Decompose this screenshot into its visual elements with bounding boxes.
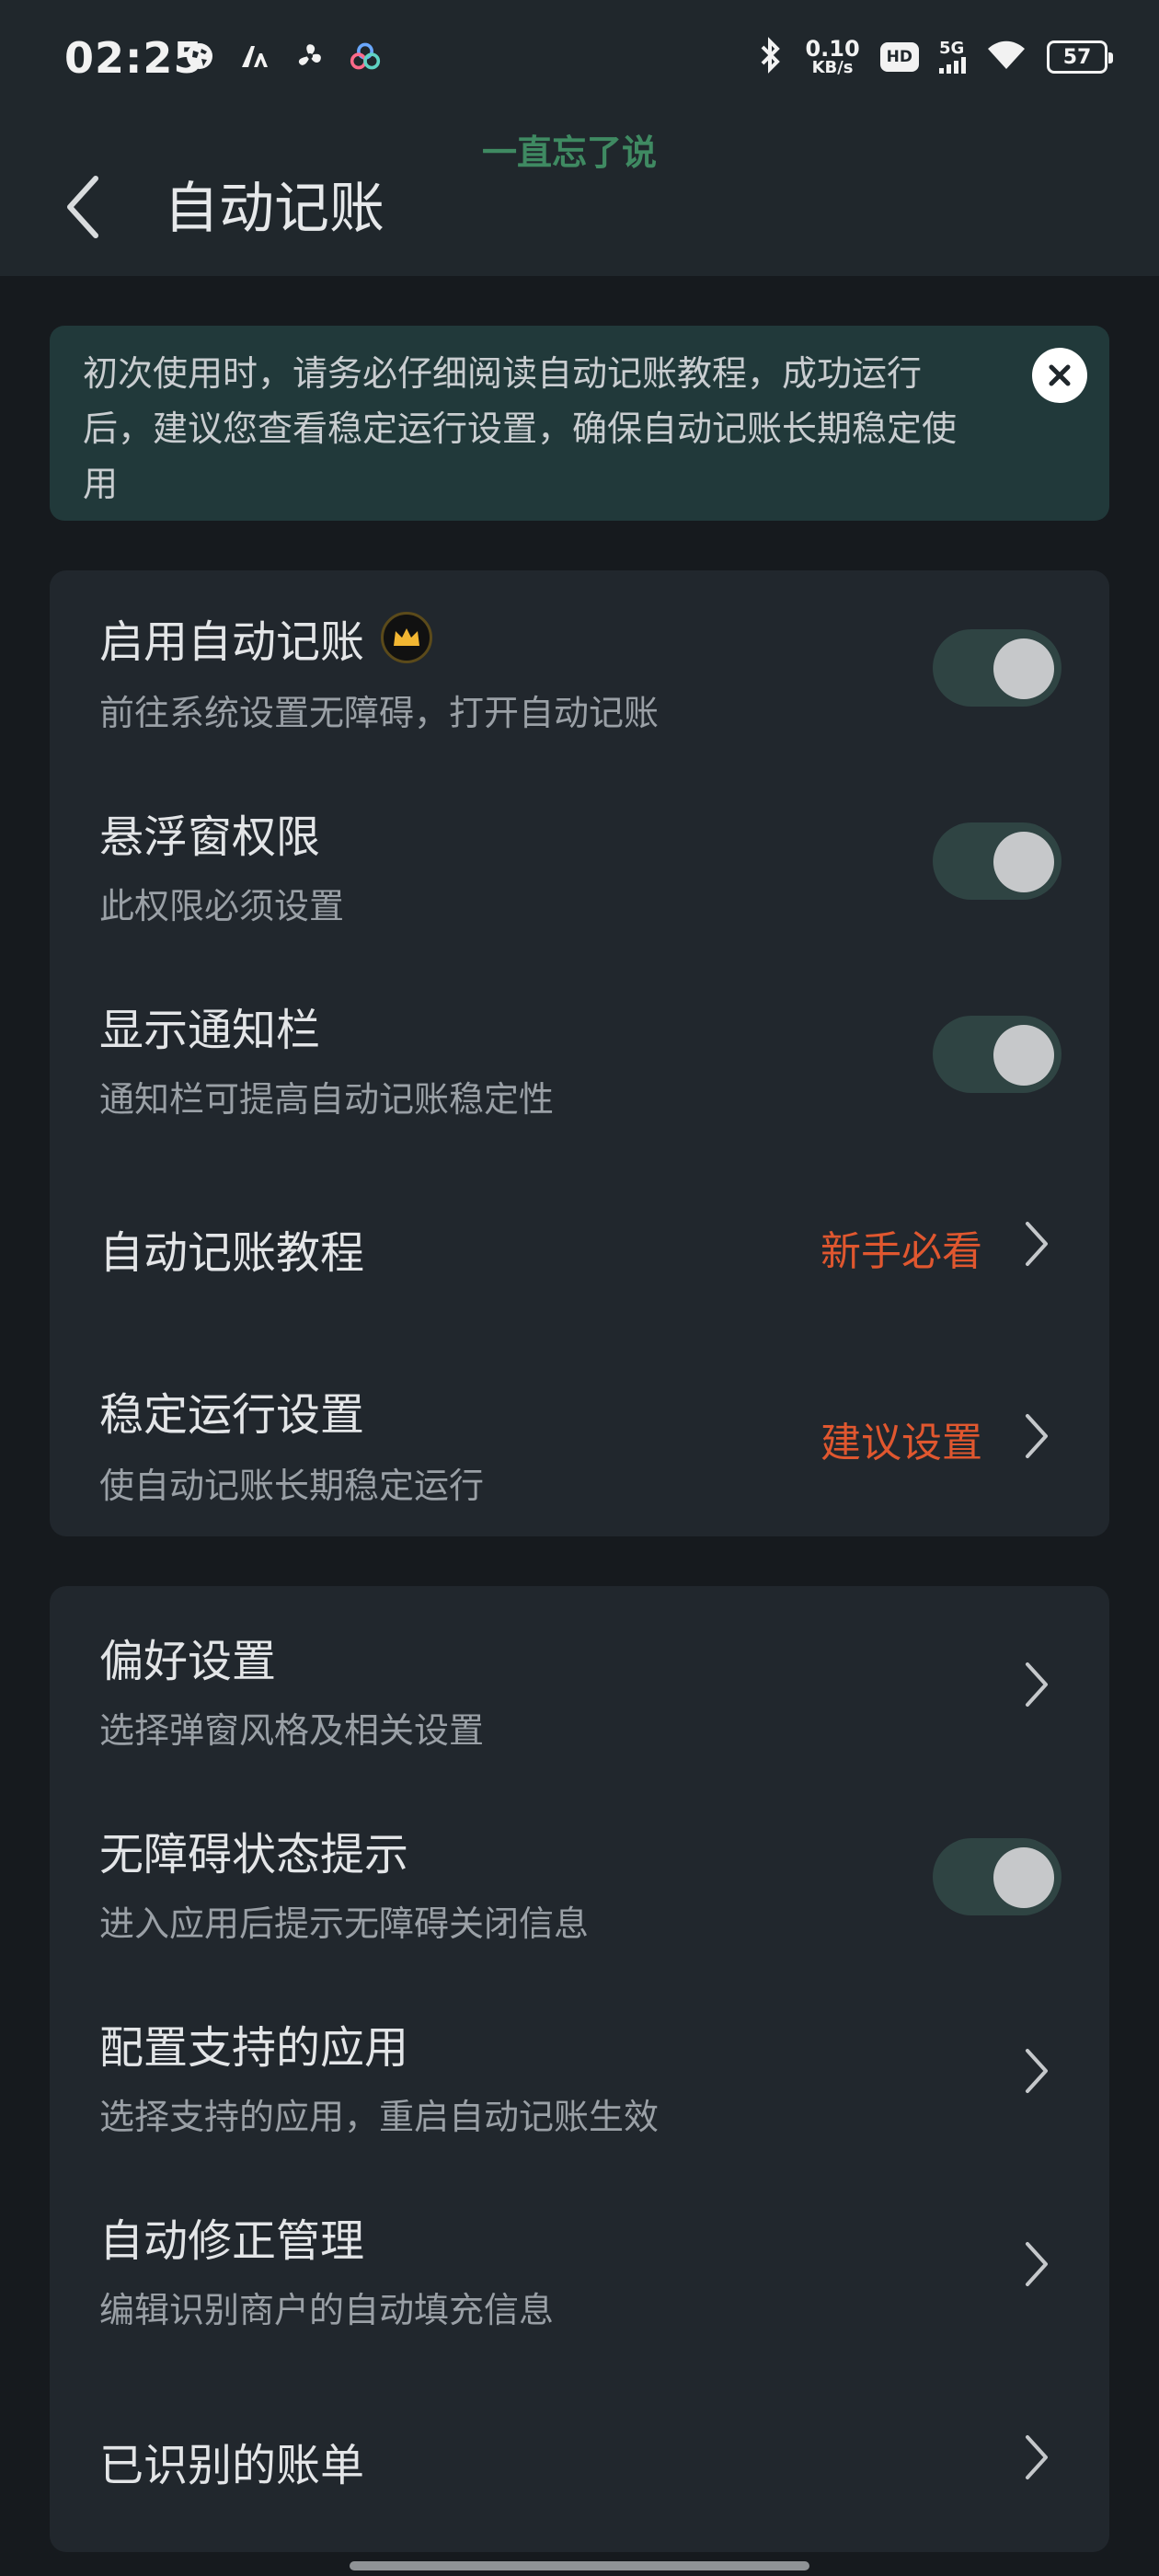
float-window-permission-row[interactable]: 悬浮窗权限 此权限必须设置 [50, 764, 1109, 957]
toggle-knob [993, 1025, 1054, 1086]
row-subtitle: 此权限必须设置 [99, 886, 345, 926]
system-icons: 0.10 KB/s HD 5G 57 [757, 36, 1113, 77]
stable-run-row[interactable]: 稳定运行设置 使自动记账长期稳定运行 建议设置 [50, 1334, 1109, 1536]
network-speed: 0.10 KB/s [805, 36, 860, 77]
chevron-right-icon [1026, 2435, 1048, 2479]
row-title: 启用自动记账 [99, 616, 365, 668]
row-subtitle: 通知栏可提高自动记账稳定性 [99, 1079, 555, 1120]
chevron-right-icon [1026, 1222, 1048, 1266]
row-subtitle: 选择弹窗风格及相关设置 [99, 1710, 485, 1751]
show-notification-row[interactable]: 显示通知栏 通知栏可提高自动记账稳定性 [50, 957, 1109, 1150]
preferences-row[interactable]: 偏好设置 选择弹窗风格及相关设置 [50, 1586, 1109, 1779]
pinwheel-icon [294, 40, 326, 72]
back-button[interactable] [55, 166, 110, 248]
row-title: 自动记账教程 [99, 1227, 365, 1279]
bluetooth-icon [757, 37, 785, 77]
row-subtitle: 选择支持的应用，重启自动记账生效 [99, 2097, 660, 2137]
a11y-status-tip-toggle[interactable] [933, 1838, 1061, 1915]
recognized-bills-row[interactable]: 已识别的账单 [50, 2359, 1109, 2552]
tutorial-hint: 新手必看 [820, 1228, 982, 1275]
chevron-right-icon [1026, 2049, 1048, 2093]
row-title: 显示通知栏 [99, 1005, 321, 1056]
hd-badge: HD [879, 42, 919, 72]
toggle-knob [993, 638, 1054, 699]
chevron-right-icon [1026, 1414, 1048, 1458]
back-arrow-icon [67, 176, 98, 238]
wifi-icon [986, 40, 1027, 75]
supported-apps-row[interactable]: 配置支持的应用 选择支持的应用，重启自动记账生效 [50, 1972, 1109, 2166]
row-subtitle: 前往系统设置无障碍，打开自动记账 [99, 693, 660, 733]
page-title: 自动记账 [164, 177, 384, 241]
row-title: 偏好设置 [99, 1636, 277, 1687]
row-title: 无障碍状态提示 [99, 1829, 409, 1880]
row-title: 自动修正管理 [99, 2215, 365, 2267]
clock: 02:25 [64, 33, 204, 83]
settings-card-main: 启用自动记账 前往系统设置无障碍，打开自动记账 悬浮窗权限 此权限必须设置 显示… [50, 570, 1109, 1536]
home-indicator[interactable] [350, 2561, 809, 2570]
tutorial-row[interactable]: 自动记账教程 新手必看 [50, 1150, 1109, 1334]
row-title: 配置支持的应用 [99, 2022, 409, 2074]
notice-banner: 初次使用时，请务必仔细阅读自动记账教程，成功运行后，建议您查看稳定运行设置，确保… [50, 326, 1109, 521]
a11y-status-tip-row[interactable]: 无障碍状态提示 进入应用后提示无障碍关闭信息 [50, 1779, 1109, 1972]
app-bar: 一直忘了说 自动记账 [0, 120, 1159, 276]
globe-icon [184, 40, 215, 72]
auto-correct-row[interactable]: 自动修正管理 编辑识别商户的自动填充信息 [50, 2166, 1109, 2359]
row-subtitle: 进入应用后提示无障碍关闭信息 [99, 1903, 590, 1944]
row-title: 已识别的账单 [99, 2440, 365, 2491]
row-subtitle: 使自动记账长期稳定运行 [99, 1466, 485, 1506]
chevron-right-icon [1026, 1662, 1048, 1707]
notification-icons [184, 40, 381, 72]
status-bar: 02:25 0.10 KB/s HD 5G 57 [0, 0, 1159, 120]
font-a-icon [239, 40, 270, 72]
float-window-toggle[interactable] [933, 822, 1061, 900]
row-title: 稳定运行设置 [99, 1389, 365, 1441]
watermark-text: 一直忘了说 [482, 132, 658, 173]
enable-auto-billing-toggle[interactable] [933, 629, 1061, 707]
toggle-knob [993, 832, 1054, 892]
stable-run-hint: 建议设置 [820, 1420, 982, 1466]
cellular-signal-icon: 5G [939, 40, 966, 74]
notice-close-button[interactable] [1032, 348, 1087, 403]
row-title: 悬浮窗权限 [99, 811, 321, 863]
vip-crown-icon [381, 612, 433, 663]
row-subtitle: 编辑识别商户的自动填充信息 [99, 2290, 555, 2330]
notice-text: 初次使用时，请务必仔细阅读自动记账教程，成功运行后，建议您查看稳定运行设置，确保… [83, 353, 958, 504]
close-icon [1049, 364, 1071, 386]
settings-card-secondary: 偏好设置 选择弹窗风格及相关设置 无障碍状态提示 进入应用后提示无障碍关闭信息 … [50, 1586, 1109, 2552]
battery-icon: 57 [1047, 40, 1113, 74]
enable-auto-billing-row[interactable]: 启用自动记账 前往系统设置无障碍，打开自动记账 [50, 570, 1109, 764]
chevron-right-icon [1026, 2242, 1048, 2286]
loop-icon [350, 40, 381, 72]
show-notification-toggle[interactable] [933, 1016, 1061, 1093]
toggle-knob [993, 1847, 1054, 1908]
